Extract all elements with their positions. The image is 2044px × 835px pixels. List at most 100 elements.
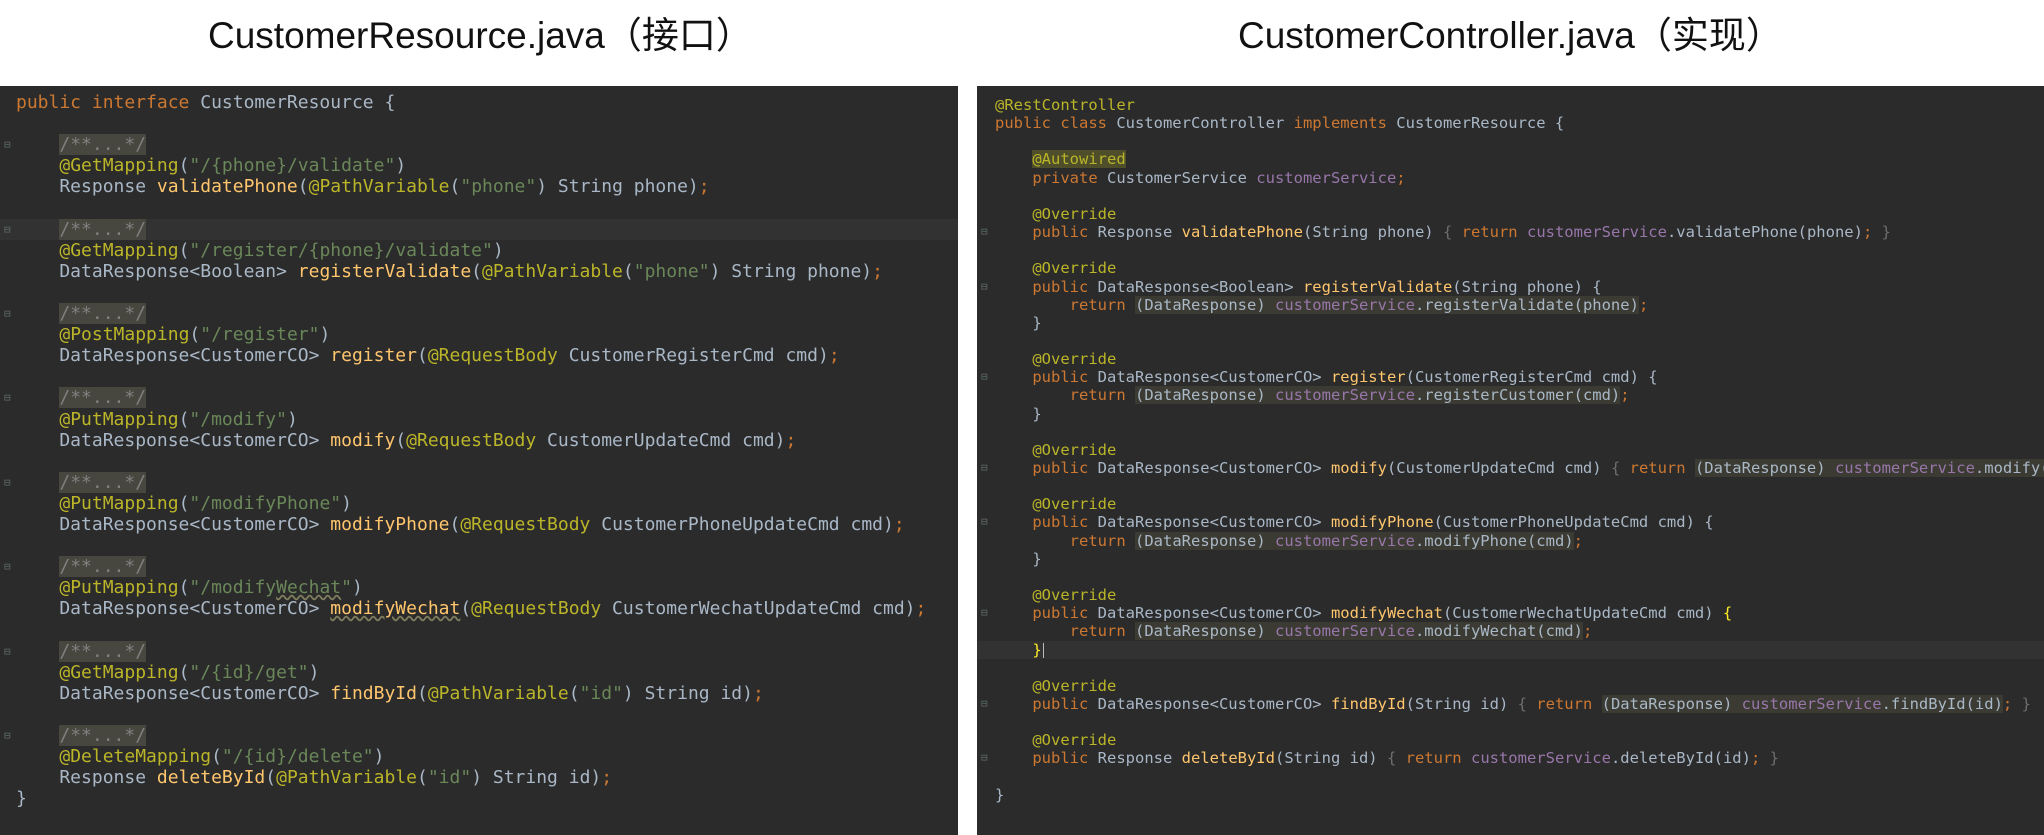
implementation-code-editor[interactable]: @RestController public class CustomerCont… [977,86,2044,835]
fold-toggle-icon[interactable]: ⊟ [981,459,988,477]
code-line[interactable] [0,282,958,303]
code-token: @Override [1032,586,1117,605]
code-line[interactable]: ⊟ public DataResponse<CustomerCO> modify… [977,459,2044,477]
code-line[interactable] [977,659,2044,677]
code-line[interactable]: ⊟ /**...*/ [0,471,958,493]
code-line[interactable]: return (DataResponse) customerService.re… [977,295,2044,314]
code-line[interactable]: @Override [977,731,2044,749]
code-line[interactable]: public class CustomerController implemen… [977,114,2044,132]
code-line[interactable] [0,366,958,387]
code-line[interactable]: @PutMapping("/modifyWechat") [0,577,958,598]
fold-toggle-icon[interactable]: ⊟ [4,725,11,746]
code-line[interactable] [0,704,958,725]
code-line[interactable]: DataResponse<CustomerCO> modifyWechat(@R… [0,598,958,619]
code-token: public [1032,694,1089,713]
code-text: return (DataResponse) customerService.re… [995,386,1630,405]
code-line[interactable]: DataResponse<CustomerCO> findById(@PathV… [0,683,958,704]
code-line[interactable]: } [0,788,958,809]
code-token: .deleteById(id) [1610,749,1751,768]
code-line[interactable]: ⊟ /**...*/ [0,387,958,409]
fold-toggle-icon[interactable]: ⊟ [981,513,988,531]
fold-toggle-icon[interactable]: ⊟ [981,604,988,622]
code-line[interactable]: return (DataResponse) customerService.mo… [977,622,2044,641]
code-line[interactable] [977,713,2044,731]
code-line[interactable]: ⊟ /**...*/ [0,218,958,240]
code-line[interactable] [0,535,958,556]
code-line[interactable]: ⊟ public Response deleteById(String id) … [977,749,2044,767]
code-line[interactable]: ⊟ /**...*/ [0,640,958,662]
fold-toggle-icon[interactable]: ⊟ [981,749,988,767]
code-line[interactable] [977,477,2044,495]
code-line[interactable]: @GetMapping("/{id}/get") [0,662,958,683]
code-line[interactable] [977,568,2044,586]
fold-toggle-icon[interactable]: ⊟ [4,134,11,155]
code-line[interactable]: DataResponse<Boolean> registerValidate(@… [0,261,958,282]
code-line[interactable]: @Autowired [977,150,2044,169]
code-line[interactable] [0,620,958,641]
code-line[interactable]: @Override [977,350,2044,368]
code-line[interactable]: @Override [977,259,2044,277]
code-line[interactable]: @Override [977,441,2044,459]
code-line[interactable]: } [977,550,2044,568]
code-line[interactable]: @Override [977,586,2044,604]
code-line[interactable] [977,132,2044,150]
code-line[interactable]: ⊟ public DataResponse<CustomerCO> findBy… [977,694,2044,713]
code-line[interactable]: ⊟ public DataResponse<CustomerCO> regist… [977,368,2044,386]
fold-toggle-icon[interactable]: ⊟ [981,368,988,386]
code-line[interactable]: ⊟ /**...*/ [0,725,958,746]
fold-toggle-icon[interactable]: ⊟ [981,223,988,241]
code-line[interactable] [977,768,2044,786]
fold-toggle-icon[interactable]: ⊟ [4,387,11,408]
code-line[interactable] [977,187,2044,205]
code-line[interactable]: private CustomerService customerService; [977,169,2044,187]
code-line[interactable] [0,198,958,219]
code-line[interactable]: @PutMapping("/modify") [0,409,958,430]
fold-toggle-icon[interactable]: ⊟ [4,303,11,324]
code-line[interactable]: @Override [977,677,2044,695]
code-line[interactable] [977,241,2044,259]
code-line[interactable]: @DeleteMapping("/{id}/delete") [0,746,958,767]
interface-code-editor[interactable]: public interface CustomerResource { ⊟ /**… [0,86,958,835]
code-line[interactable]: @Override [977,495,2044,513]
fold-toggle-icon[interactable]: ⊟ [4,472,11,493]
code-line[interactable] [0,451,958,472]
code-line[interactable]: ⊟ public DataResponse<CustomerCO> modify… [977,604,2044,622]
fold-toggle-icon[interactable]: ⊟ [4,219,11,240]
code-line[interactable]: @GetMapping("/register/{phone}/validate"… [0,240,958,261]
code-line[interactable]: Response deleteById(@PathVariable("id") … [0,767,958,788]
code-line[interactable]: DataResponse<CustomerCO> modify(@Request… [0,430,958,451]
fold-toggle-icon[interactable]: ⊟ [4,556,11,577]
code-line[interactable]: ⊟ public DataResponse<Boolean> registerV… [977,278,2044,296]
code-line[interactable]: ⊟ public Response validatePhone(String p… [977,223,2044,241]
code-line[interactable]: } [977,405,2044,423]
code-line[interactable]: @GetMapping("/{phone}/validate") [0,155,958,176]
fold-toggle-icon[interactable]: ⊟ [4,641,11,662]
code-line[interactable] [977,332,2044,350]
code-line[interactable]: @PutMapping("/modifyPhone") [0,493,958,514]
code-token: "id" [579,682,623,704]
code-line[interactable]: public interface CustomerResource { [0,92,958,113]
code-line[interactable]: ⊟ /**...*/ [0,303,958,324]
fold-toggle-icon[interactable]: ⊟ [981,278,988,296]
code-line[interactable]: @RestController [977,96,2044,114]
code-line[interactable]: } [977,640,2044,659]
code-line[interactable]: DataResponse<CustomerCO> register(@Reque… [0,345,958,366]
code-line[interactable]: ⊟ public DataResponse<CustomerCO> modify… [977,513,2044,531]
code-line[interactable]: Response validatePhone(@PathVariable("ph… [0,176,958,197]
fold-toggle-icon[interactable]: ⊟ [981,695,988,713]
code-line[interactable]: @Override [977,205,2044,223]
code-line[interactable] [0,113,958,134]
code-line[interactable]: ⊟ /**...*/ [0,134,958,156]
code-line[interactable] [977,423,2044,441]
code-line[interactable]: DataResponse<CustomerCO> modifyPhone(@Re… [0,514,958,535]
code-line[interactable]: @PostMapping("/register") [0,324,958,345]
code-line[interactable]: ⊟ /**...*/ [0,556,958,578]
code-line[interactable]: return (DataResponse) customerService.mo… [977,531,2044,550]
code-line[interactable]: } [977,314,2044,332]
code-line[interactable]: } [977,786,2044,804]
code-line[interactable]: return (DataResponse) customerService.re… [977,386,2044,405]
